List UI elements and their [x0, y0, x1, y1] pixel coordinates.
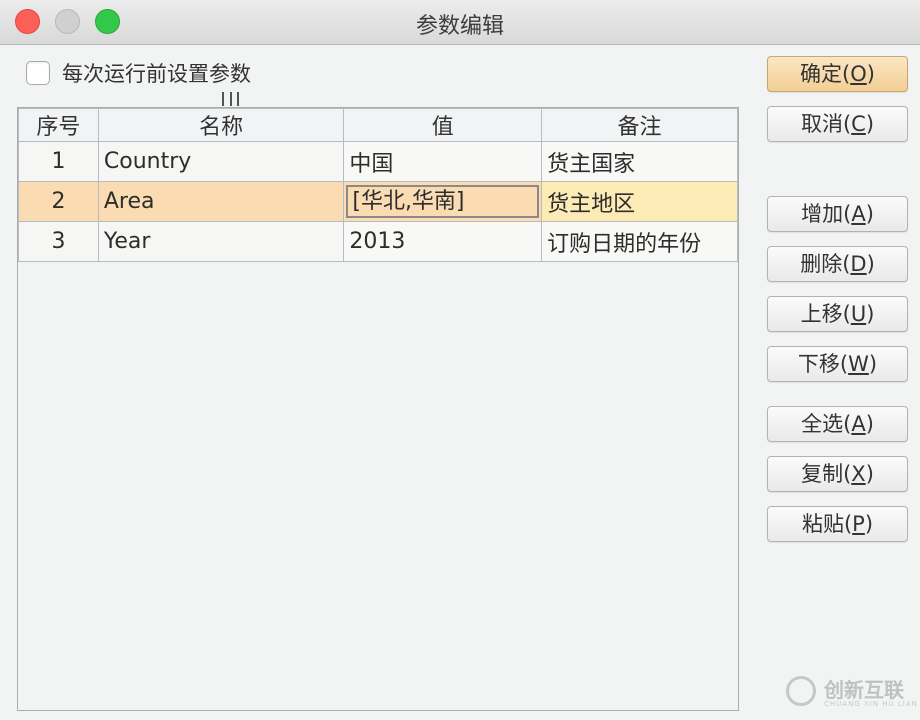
watermark-logo: 创新互联 CHUANG XIN HU LIAN	[780, 670, 920, 718]
cell-value[interactable]: 2013	[343, 221, 543, 262]
paste-button[interactable]: 粘贴(P)	[767, 506, 908, 542]
column-header-note[interactable]: 备注	[541, 108, 738, 142]
select-all-button[interactable]: 全选(A)	[767, 406, 908, 442]
cell-name[interactable]: Country	[97, 141, 345, 182]
move-down-button[interactable]: 下移(W)	[767, 346, 908, 382]
watermark-subtext: CHUANG XIN HU LIAN	[824, 700, 918, 708]
cell-name[interactable]: Year	[97, 221, 345, 262]
watermark-icon	[786, 676, 816, 706]
set-before-run-option[interactable]: 每次运行前设置参数	[26, 58, 251, 88]
set-before-run-label: 每次运行前设置参数	[62, 62, 251, 86]
column-resize-handle[interactable]	[222, 92, 239, 106]
delete-button[interactable]: 删除(D)	[767, 246, 908, 282]
watermark-text: 创新互联	[824, 678, 904, 702]
cell-value[interactable]: 中国	[343, 141, 543, 182]
ok-button[interactable]: 确定(O)	[767, 56, 908, 92]
move-up-button[interactable]: 上移(U)	[767, 296, 908, 332]
cell-note[interactable]: 货主国家	[541, 141, 738, 182]
cell-index[interactable]: 1	[18, 141, 99, 182]
copy-button[interactable]: 复制(X)	[767, 456, 908, 492]
table-row-selected[interactable]: 2 Area [华北,华南] 货主地区	[18, 181, 738, 222]
cell-value-editing[interactable]: [华北,华南]	[343, 181, 543, 222]
value-edit-field[interactable]: [华北,华南]	[346, 185, 540, 218]
cell-index[interactable]: 3	[18, 221, 99, 262]
column-header-name[interactable]: 名称	[97, 108, 345, 142]
cancel-button[interactable]: 取消(C)	[767, 106, 908, 142]
table-row[interactable]: 1 Country 中国 货主国家	[18, 141, 738, 182]
cell-note[interactable]: 货主地区	[541, 181, 738, 222]
add-button[interactable]: 增加(A)	[767, 196, 908, 232]
set-before-run-checkbox[interactable]	[26, 61, 50, 85]
cell-name[interactable]: Area	[97, 181, 345, 222]
column-header-value[interactable]: 值	[343, 108, 543, 142]
cell-index[interactable]: 2	[18, 181, 99, 222]
title-bar: 参数编辑	[0, 0, 920, 45]
parameter-table: 序号 名称 值 备注 1 Country 中国 货主国家 2 Area [华北,…	[17, 107, 739, 711]
cell-note[interactable]: 订购日期的年份	[541, 221, 738, 262]
window-title: 参数编辑	[415, 14, 504, 39]
column-header-index[interactable]: 序号	[18, 108, 99, 142]
table-row[interactable]: 3 Year 2013 订购日期的年份	[18, 221, 738, 262]
table-header-row: 序号 名称 值 备注	[18, 108, 738, 142]
